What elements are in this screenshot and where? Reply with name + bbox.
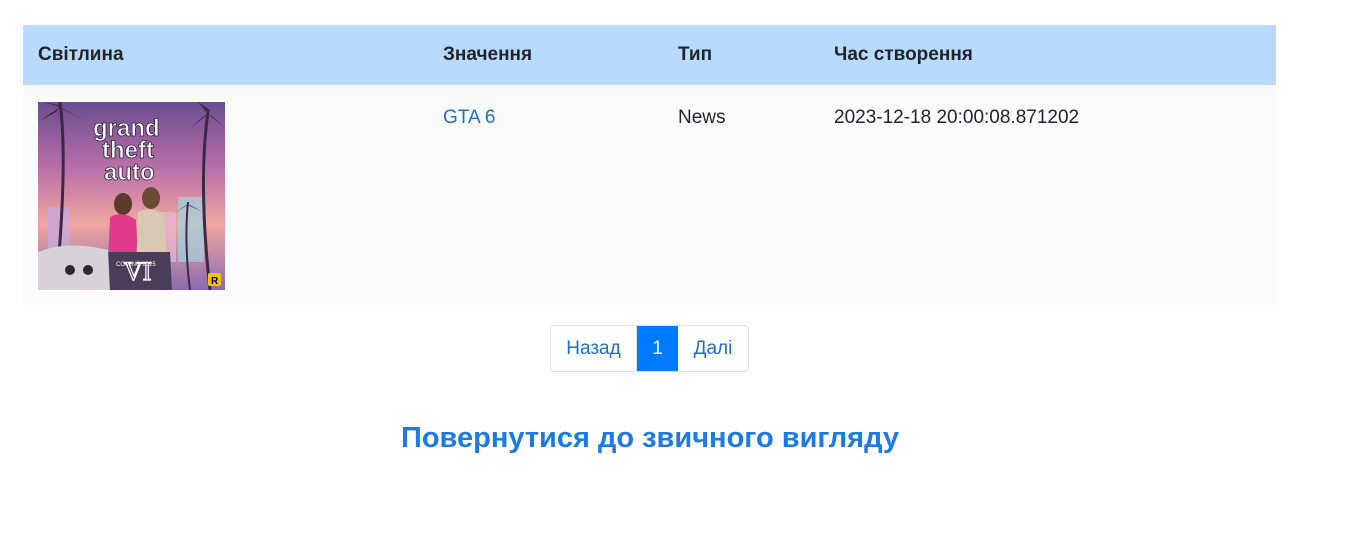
type-cell: News (678, 107, 726, 128)
gta6-cover-image: grand theft auto VI COMING 2025 R (38, 102, 225, 290)
value-link[interactable]: GTA 6 (443, 107, 495, 128)
prev-page-button[interactable]: Назад (551, 326, 637, 371)
results-table: Світлина Значення Тип Час створення gran… (23, 25, 1276, 305)
current-page-button[interactable]: 1 (637, 326, 678, 371)
header-type: Тип (678, 44, 713, 65)
svg-text:auto: auto (104, 159, 155, 186)
pagination: Назад 1 Далі (550, 325, 749, 372)
coming-text: COMING 2025 (116, 262, 156, 268)
next-page-button[interactable]: Далі (678, 326, 748, 371)
photo-cell: grand theft auto VI COMING 2025 R (23, 85, 428, 305)
table-header-row: Світлина Значення Тип Час створення (23, 25, 1276, 85)
created-cell: 2023-12-18 20:00:08.871202 (834, 107, 1080, 128)
value-cell: GTA 6 (428, 85, 663, 305)
header-value: Значення (443, 44, 533, 65)
back-to-default-view-link[interactable]: Повернутися до звичного вигляду (0, 422, 1300, 455)
results-table-container: Світлина Значення Тип Час створення gran… (23, 25, 1276, 305)
svg-text:R: R (211, 276, 219, 287)
table-row: grand theft auto VI COMING 2025 R GTA 6 … (23, 85, 1276, 305)
header-photo: Світлина (38, 44, 124, 65)
header-created: Час створення (834, 44, 973, 65)
